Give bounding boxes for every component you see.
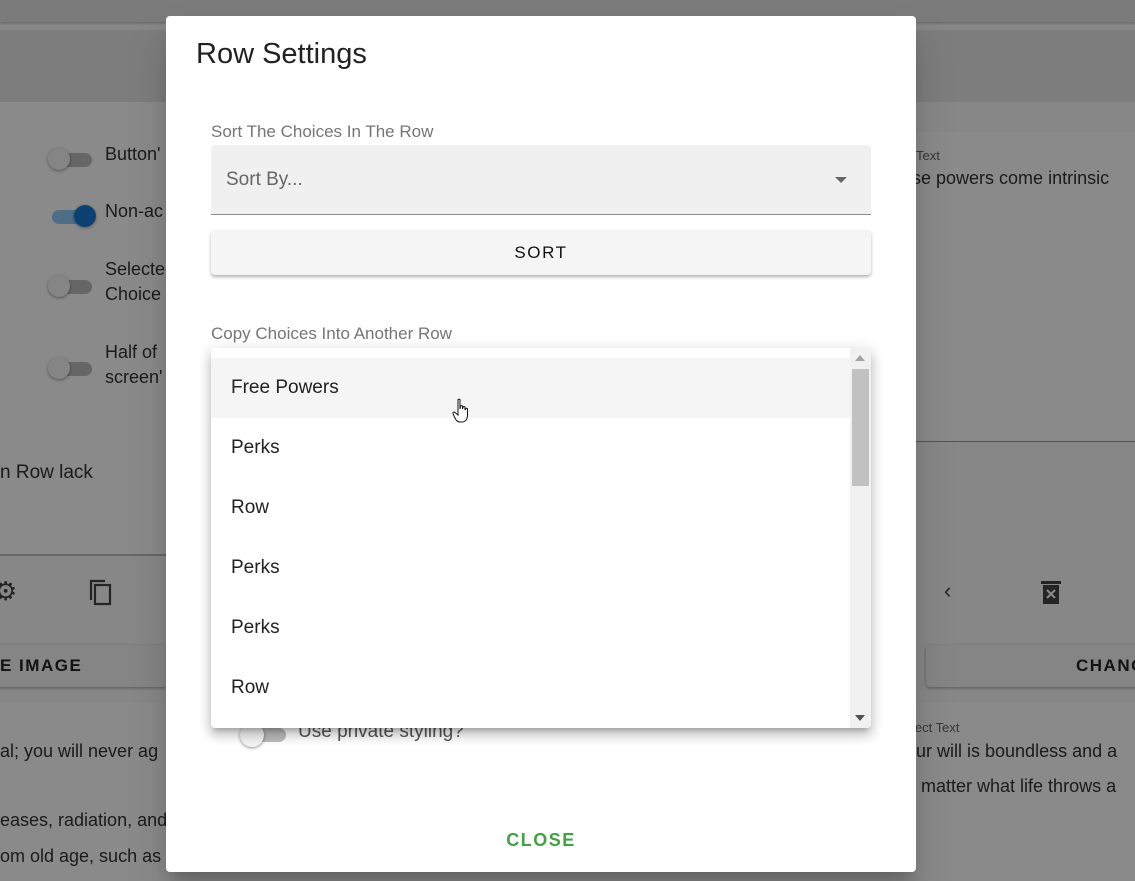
scroll-up-arrow-icon[interactable] <box>855 355 865 361</box>
menu-item-perks[interactable]: Perks <box>211 598 850 658</box>
menu-item-perks[interactable]: Perks <box>211 538 850 598</box>
sort-button[interactable]: SORT <box>211 230 871 275</box>
menu-item-row[interactable]: Row <box>211 658 850 718</box>
scrollbar-thumb[interactable] <box>852 369 869 486</box>
close-button[interactable]: CLOSE <box>496 823 586 857</box>
sort-by-placeholder: Sort By... <box>226 169 303 190</box>
dropdown-arrow-icon <box>835 177 847 183</box>
menu-item-perks[interactable]: Perks <box>211 418 850 478</box>
menu-item-free-powers[interactable]: Free Powers <box>211 358 850 418</box>
sort-section-label: Sort The Choices In The Row <box>211 122 434 141</box>
dialog-title: Row Settings <box>196 38 367 70</box>
copy-section-label: Copy Choices Into Another Row <box>211 324 452 343</box>
menu-item-row[interactable]: Row <box>211 478 850 538</box>
menu-scrollbar[interactable] <box>850 348 871 728</box>
hand-cursor-icon <box>452 398 468 423</box>
copy-row-dropdown-menu: Free Powers Perks Row Perks Perks Row <box>211 348 871 728</box>
sort-by-select[interactable]: Sort By... <box>211 145 871 215</box>
row-options-list: Free Powers Perks Row Perks Perks Row <box>211 358 850 718</box>
scroll-down-arrow-icon[interactable] <box>855 715 865 721</box>
